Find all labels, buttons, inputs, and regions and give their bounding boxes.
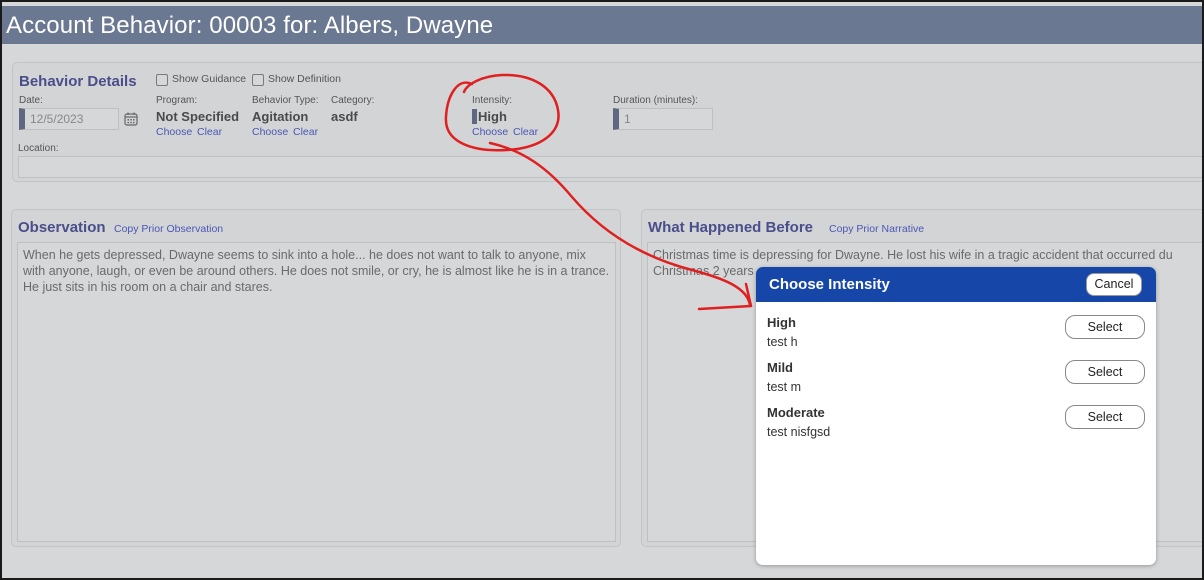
- show-guidance-checkbox[interactable]: [156, 74, 168, 86]
- date-input[interactable]: 12/5/2023: [19, 108, 119, 130]
- choose-intensity-dialog: Choose Intensity Cancel High test h Sele…: [756, 267, 1156, 565]
- intensity-option-high: High test h Select: [767, 315, 1145, 360]
- observation-heading: Observation: [18, 219, 106, 236]
- option-description: test h: [767, 335, 798, 349]
- intensity-option-mild: Mild test m Select: [767, 360, 1145, 405]
- calendar-icon[interactable]: [124, 112, 138, 126]
- dialog-header: Choose Intensity Cancel: [756, 267, 1156, 302]
- location-input[interactable]: [18, 156, 1202, 178]
- option-description: test nisfgsd: [767, 425, 831, 439]
- intensity-label: Intensity:: [472, 95, 513, 106]
- program-label: Program:: [156, 95, 198, 106]
- select-mild-button[interactable]: Select: [1065, 360, 1145, 384]
- copy-prior-observation-link[interactable]: Copy Prior Observation: [114, 223, 223, 235]
- dialog-title: Choose Intensity: [769, 276, 890, 293]
- intensity-option-moderate: Moderate test nisfgsd Select: [767, 405, 1145, 450]
- what-happened-before-heading: What Happened Before: [648, 219, 814, 236]
- show-guidance-label: Show Guidance: [172, 73, 247, 85]
- behavior-details-panel: Behavior Details Show Guidance Show Defi…: [12, 62, 1202, 182]
- category-value: asdf: [331, 109, 358, 124]
- option-description: test m: [767, 380, 802, 394]
- intensity-choose-link[interactable]: Choose: [472, 126, 508, 138]
- app-window: Account Behavior: 00003 for: Albers, Dwa…: [0, 0, 1204, 580]
- copy-prior-narrative-link[interactable]: Copy Prior Narrative: [829, 223, 924, 235]
- category-label: Category:: [331, 95, 375, 106]
- location-label: Location:: [18, 143, 59, 154]
- option-name: High: [767, 315, 796, 330]
- cancel-button[interactable]: Cancel: [1086, 273, 1142, 296]
- behavior-type-label: Behavior Type:: [252, 95, 319, 106]
- option-name: Moderate: [767, 405, 825, 420]
- duration-input[interactable]: 1: [613, 108, 713, 130]
- option-name: Mild: [767, 360, 793, 375]
- page-title: Account Behavior: 00003 for: Albers, Dwa…: [6, 12, 494, 39]
- intensity-required-marker: [472, 109, 477, 124]
- title-bar: Account Behavior: 00003 for: Albers, Dwa…: [2, 6, 1202, 44]
- program-value: Not Specified: [156, 109, 240, 124]
- observation-textarea[interactable]: When he gets depressed, Dwayne seems to …: [17, 242, 616, 542]
- select-high-button[interactable]: Select: [1065, 315, 1145, 339]
- behavior-type-value: Agitation: [252, 109, 309, 124]
- show-definition-label: Show Definition: [268, 73, 341, 85]
- program-choose-link[interactable]: Choose: [156, 126, 192, 138]
- show-definition-checkbox[interactable]: [252, 74, 264, 86]
- date-label: Date:: [19, 95, 43, 106]
- duration-label: Duration (minutes):: [613, 95, 699, 106]
- behavior-type-clear-link[interactable]: Clear: [293, 126, 318, 138]
- observation-panel: Observation Copy Prior Observation When …: [11, 209, 621, 547]
- behavior-type-choose-link[interactable]: Choose: [252, 126, 288, 138]
- behavior-details-heading: Behavior Details: [19, 73, 137, 90]
- intensity-value: High: [478, 109, 507, 124]
- program-clear-link[interactable]: Clear: [197, 126, 222, 138]
- intensity-clear-link[interactable]: Clear: [513, 126, 538, 138]
- select-moderate-button[interactable]: Select: [1065, 405, 1145, 429]
